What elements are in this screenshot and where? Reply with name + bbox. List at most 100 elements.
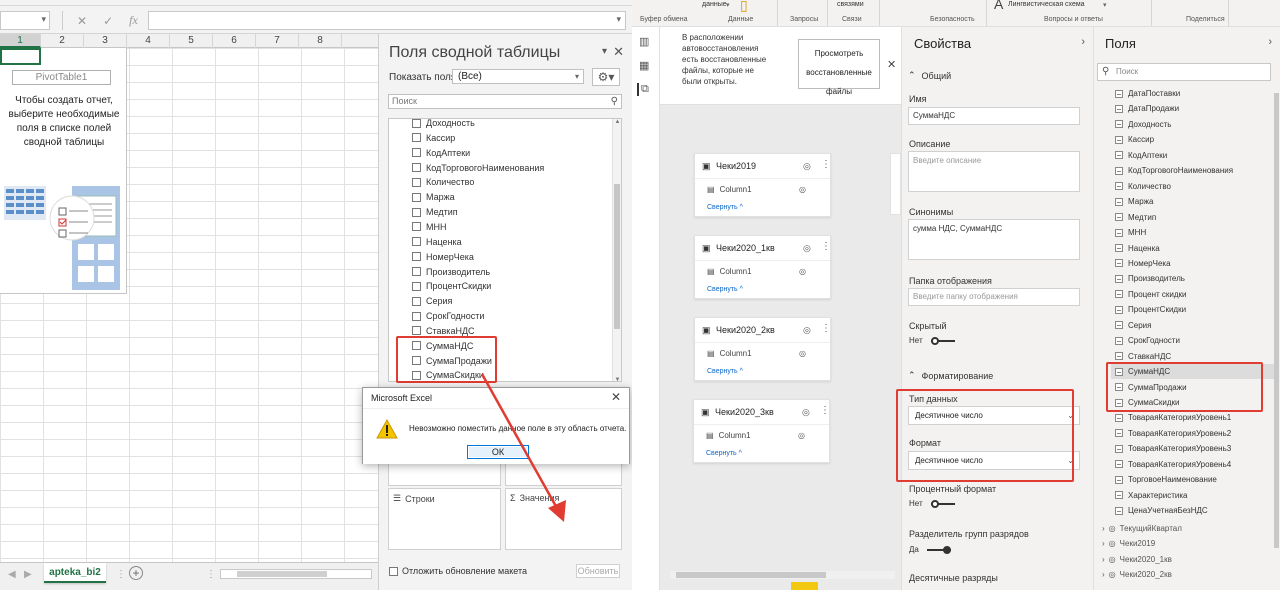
collapse-link[interactable]: Свернуть ^ <box>706 450 742 457</box>
close-icon[interactable]: ✕ <box>613 44 624 60</box>
field-item[interactable]: Серия <box>1115 318 1279 333</box>
hidden-eye-icon[interactable]: ◎ <box>803 243 811 254</box>
column-row[interactable]: ▤ Column1 <box>707 267 752 276</box>
document-icon[interactable]: ▯ <box>740 0 748 14</box>
ribbon-item[interactable]: связями <box>837 1 864 8</box>
pane-options-icon[interactable]: ▾ <box>602 46 607 57</box>
column-header[interactable]: 5 <box>170 34 213 48</box>
page-tab[interactable] <box>791 582 818 590</box>
name-input[interactable]: СуммаНДС <box>908 107 1080 125</box>
pivot-table-placeholder[interactable]: PivotTable1 Чтобы создать отчет, выберит… <box>0 48 127 294</box>
field-item[interactable]: ПроцентСкидки <box>1115 302 1279 317</box>
more-options-icon[interactable]: ⋮ <box>821 241 831 252</box>
table-item[interactable]: › ◎ Чеки2020_2кв <box>1102 567 1172 582</box>
table-item[interactable]: › ◎ ТекущийКвартал <box>1102 521 1182 536</box>
scroll-down-icon[interactable]: ▼ <box>613 377 621 381</box>
field-item[interactable]: ТовараяКатегорияУровень4 <box>1115 457 1279 472</box>
field-item[interactable]: ДатаПродажи <box>1115 101 1279 116</box>
sheet-tab[interactable]: apteka_bi2 <box>44 563 106 583</box>
chevron-down-icon[interactable]: ▾ <box>726 1 730 9</box>
ribbon-item[interactable]: Лингвистическая схема <box>1008 1 1085 8</box>
more-sheets-icon[interactable]: ⋮ <box>116 569 126 580</box>
column-header[interactable]: 3 <box>84 34 127 48</box>
field-checkbox[interactable] <box>412 177 421 187</box>
field-checkbox[interactable] <box>412 192 421 202</box>
toggle-switch[interactable] <box>926 545 951 554</box>
field-item[interactable]: ТовараяКатегорияУровень1 <box>1115 410 1279 425</box>
prev-sheet-icon[interactable]: ◀ <box>8 569 16 580</box>
field-checkbox[interactable] <box>412 326 421 336</box>
column-row[interactable]: ▤ Column1 <box>706 431 751 440</box>
field-search-input[interactable]: Поиск ⚲ <box>388 94 622 109</box>
folder-input[interactable]: Введите папку отображения <box>908 288 1080 306</box>
column-header[interactable]: 8 <box>299 34 342 48</box>
pivot-field-item[interactable]: НомерЧека <box>412 250 474 264</box>
pivot-field-item[interactable]: КодТорговогоНаименования <box>412 161 544 175</box>
chevron-right-icon[interactable]: › <box>1102 555 1105 564</box>
pivot-field-item[interactable]: Производитель <box>412 265 490 279</box>
collapse-link[interactable]: Свернуть ^ <box>707 286 743 293</box>
pivot-field-item[interactable]: Наценка <box>412 235 462 249</box>
data-view-icon[interactable]: ▦ <box>639 59 649 72</box>
chevron-down-icon[interactable]: ▾ <box>1103 1 1107 9</box>
worksheet-grid[interactable]: 1 2 3 4 5 6 7 8 PivotTable1 Чтобы создат… <box>0 34 378 562</box>
table-card-partial[interactable] <box>890 153 901 215</box>
field-item[interactable]: ТорговоеНаименование <box>1115 472 1279 487</box>
field-item[interactable]: Производитель <box>1115 271 1279 286</box>
column-header[interactable]: 2 <box>41 34 84 48</box>
pivot-field-item[interactable]: Доходность <box>412 119 475 130</box>
hidden-eye-icon[interactable]: ◎ <box>799 185 806 194</box>
hidden-eye-icon[interactable]: ◎ <box>803 161 811 172</box>
field-checkbox[interactable] <box>412 252 421 262</box>
field-item[interactable]: Характеристика <box>1115 488 1279 503</box>
close-icon[interactable]: ✕ <box>887 58 896 71</box>
ribbon-item[interactable]: данные <box>702 1 727 8</box>
field-checkbox[interactable] <box>412 267 421 276</box>
more-options-icon[interactable]: ⋮ <box>820 405 830 416</box>
field-checkbox[interactable] <box>412 222 421 232</box>
defer-update[interactable]: Отложить обновление макета <box>389 566 527 576</box>
general-section-header[interactable]: ⌃ Общий <box>908 70 951 81</box>
pivot-field-item[interactable]: Маржа <box>412 190 455 204</box>
field-item[interactable]: СрокГодности <box>1115 333 1279 348</box>
table-card[interactable]: ▣ Чеки2020_3кв ◎ ⋮ ▤ Column1 ◎ Свернуть ^ <box>693 399 830 463</box>
field-item[interactable]: МНН <box>1115 225 1279 240</box>
hidden-eye-icon[interactable]: ◎ <box>798 431 805 440</box>
chevron-right-icon[interactable]: › <box>1102 539 1105 548</box>
column-header[interactable] <box>342 34 378 48</box>
text-icon[interactable]: A <box>994 0 1003 12</box>
toggle-switch[interactable] <box>930 336 955 345</box>
field-item[interactable]: Процент скидки <box>1115 287 1279 302</box>
name-box[interactable]: ▾ <box>0 11 50 30</box>
model-view-icon[interactable]: ⧉ <box>637 83 649 96</box>
toggle-switch[interactable] <box>930 499 955 508</box>
cancel-icon[interactable]: ✕ <box>77 14 87 28</box>
pivot-field-item[interactable]: ПроцентСкидки <box>412 279 491 293</box>
field-item[interactable]: Кассир <box>1115 132 1279 147</box>
field-checkbox[interactable] <box>412 207 421 217</box>
field-item[interactable]: ЦенаУчетнаяБезНДС <box>1115 503 1279 518</box>
chevron-right-icon[interactable]: › <box>1102 570 1105 579</box>
percent-toggle[interactable]: Нет <box>909 499 955 508</box>
report-view-icon[interactable]: ▥ <box>639 35 649 48</box>
table-card[interactable]: ▣ Чеки2019 ◎ ⋮ ▤ Column1 ◎ Свернуть ^ <box>694 153 831 217</box>
field-checkbox[interactable] <box>412 237 421 247</box>
horizontal-scrollbar[interactable] <box>220 569 372 579</box>
active-cell[interactable] <box>0 48 41 65</box>
pivot-field-item[interactable]: Серия <box>412 294 452 308</box>
model-canvas[interactable]: В расположении автовосстановления есть в… <box>660 27 901 590</box>
chevron-right-icon[interactable]: › <box>1081 36 1085 48</box>
fields-scrollbar[interactable] <box>1274 85 1280 590</box>
column-header[interactable]: 7 <box>256 34 299 48</box>
field-checkbox[interactable] <box>412 119 421 128</box>
table-item[interactable]: › ◎ Чеки2019 <box>1102 536 1155 551</box>
pivot-field-item[interactable]: Кассир <box>412 131 455 145</box>
show-fields-select[interactable]: (Все) ▾ <box>452 69 584 84</box>
hidden-eye-icon[interactable]: ◎ <box>799 349 806 358</box>
chevron-right-icon[interactable]: › <box>1102 524 1105 533</box>
pivot-field-item[interactable]: Медтип <box>412 205 458 219</box>
column-header[interactable]: 4 <box>127 34 170 48</box>
table-card[interactable]: ▣ Чеки2020_2кв ◎ ⋮ ▤ Column1 ◎ Свернуть ^ <box>694 317 831 381</box>
synonyms-input[interactable]: сумма НДС, СуммаНДС <box>908 219 1080 260</box>
pivot-field-item[interactable]: Количество <box>412 175 474 189</box>
